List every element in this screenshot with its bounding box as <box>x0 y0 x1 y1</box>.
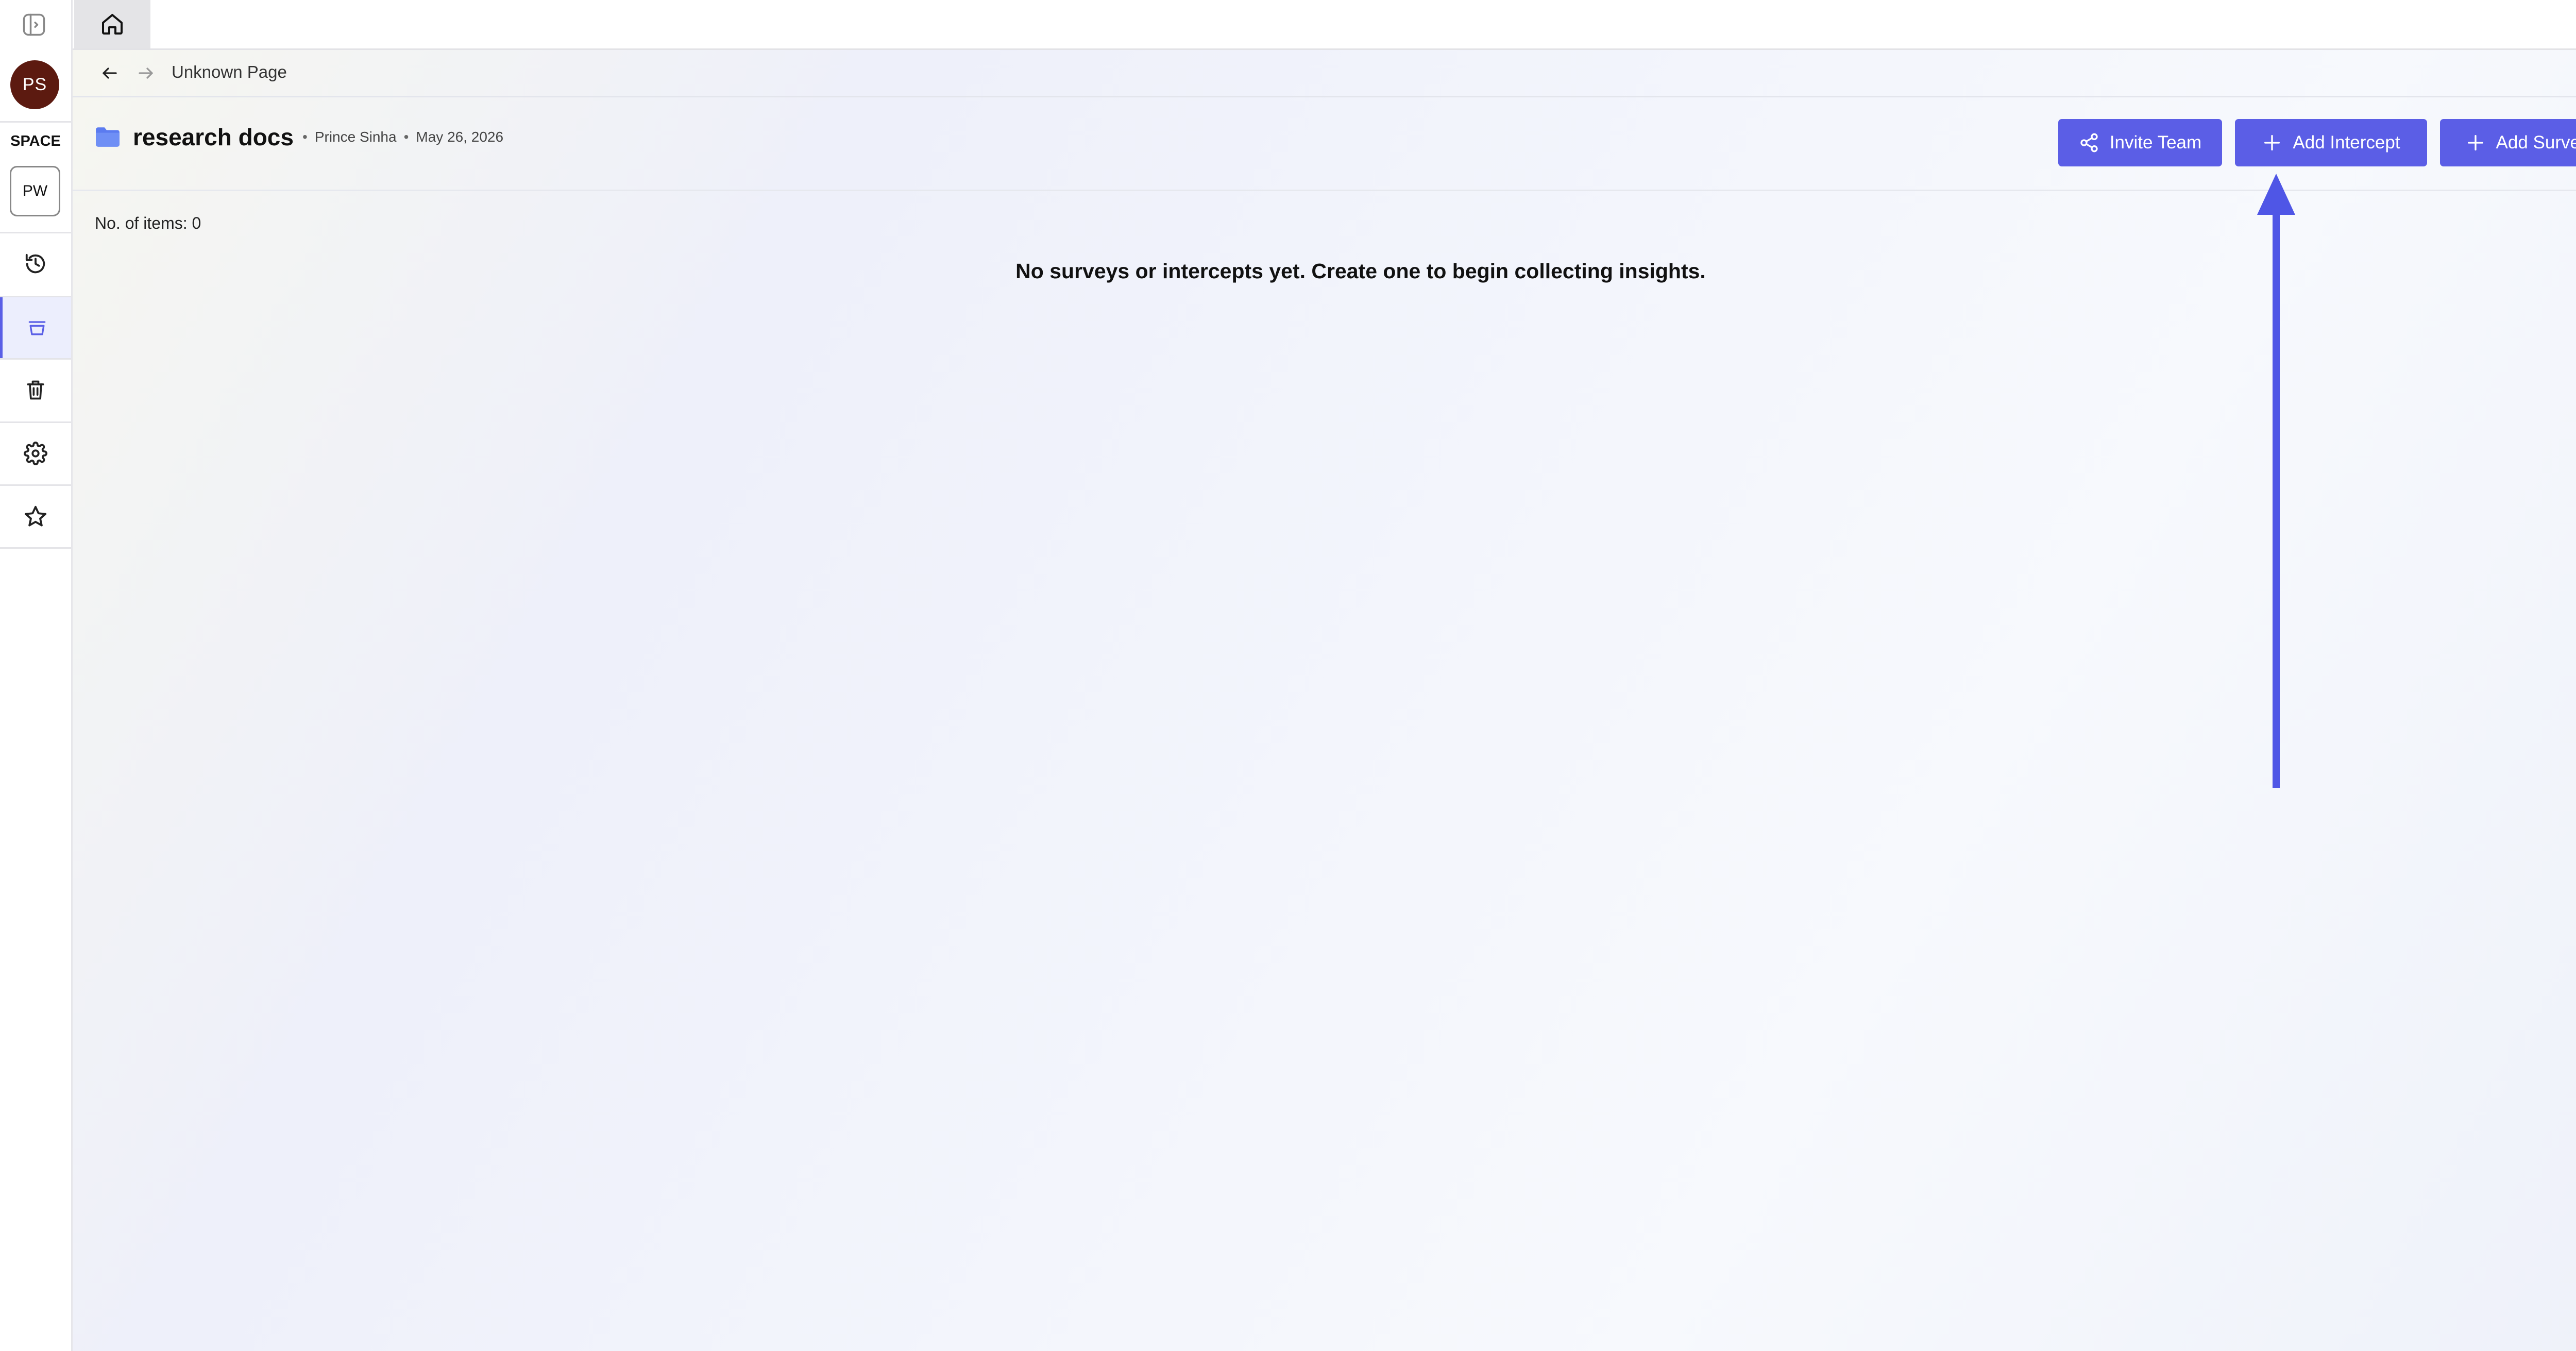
history-icon <box>25 254 45 274</box>
divider <box>0 121 71 123</box>
add-intercept-label: Add Intercept <box>2293 132 2400 153</box>
invite-team-button[interactable]: Invite Team <box>2058 119 2222 166</box>
item-count: No. of items: 0 <box>95 214 201 232</box>
space-label: SPACE <box>10 133 61 149</box>
page-title: Unknown Page <box>172 62 287 81</box>
avatar[interactable]: PS <box>10 60 59 109</box>
sidebar-item-inbox[interactable] <box>0 297 71 358</box>
divider <box>0 547 71 549</box>
gear-icon <box>24 442 47 465</box>
avatar-initials: PS <box>22 75 47 94</box>
meta-separator: • <box>403 129 409 145</box>
created-date: May 26, 2026 <box>416 129 504 145</box>
add-survey-label: Add Survey <box>2496 132 2576 153</box>
empty-state-message: No surveys or intercepts yet. Create one… <box>1015 259 1706 283</box>
arrow-right-icon <box>139 67 153 79</box>
sidebar-toggle-button[interactable] <box>20 10 48 39</box>
trash-icon <box>27 380 44 400</box>
sidebar-item-settings[interactable] <box>0 423 71 484</box>
back-button[interactable] <box>99 62 121 84</box>
inbox-icon <box>28 321 45 335</box>
folder-icon <box>96 127 120 147</box>
add-intercept-button[interactable]: Add Intercept <box>2235 119 2427 166</box>
owner-name: Prince Sinha <box>314 129 397 145</box>
meta-separator: • <box>302 129 308 145</box>
star-icon <box>24 505 47 527</box>
sidebar-expand-icon <box>23 13 45 36</box>
arrow-left-icon <box>103 67 117 79</box>
plus-icon <box>2467 135 2483 150</box>
share-icon <box>2080 133 2098 153</box>
plus-icon <box>2264 135 2280 150</box>
home-icon <box>102 14 123 35</box>
breadcrumb: Unknown Page <box>73 50 2576 97</box>
sidebar-item-favorites[interactable] <box>0 486 71 547</box>
folder-header: research docs • Prince Sinha • May 26, 2… <box>73 97 2576 191</box>
sidebar: PS SPACE PW <box>0 0 73 1351</box>
sidebar-item-history[interactable] <box>0 233 71 294</box>
annotation-arrow-up-icon <box>2257 174 2295 788</box>
space-switcher-button[interactable]: PW <box>10 166 60 216</box>
space-badge-label: PW <box>22 182 48 199</box>
add-survey-button[interactable]: Add Survey <box>2440 119 2576 166</box>
tab-home[interactable] <box>74 0 150 48</box>
folder-title: research docs <box>133 124 294 150</box>
folder-meta: • Prince Sinha • May 26, 2026 <box>295 129 503 145</box>
sidebar-item-trash[interactable] <box>0 360 71 420</box>
main-content: Unknown Page research docs • Prince Sinh… <box>73 50 2576 1351</box>
tab-strip <box>73 0 2576 50</box>
forward-button[interactable] <box>135 62 157 84</box>
invite-team-label: Invite Team <box>2109 132 2202 153</box>
